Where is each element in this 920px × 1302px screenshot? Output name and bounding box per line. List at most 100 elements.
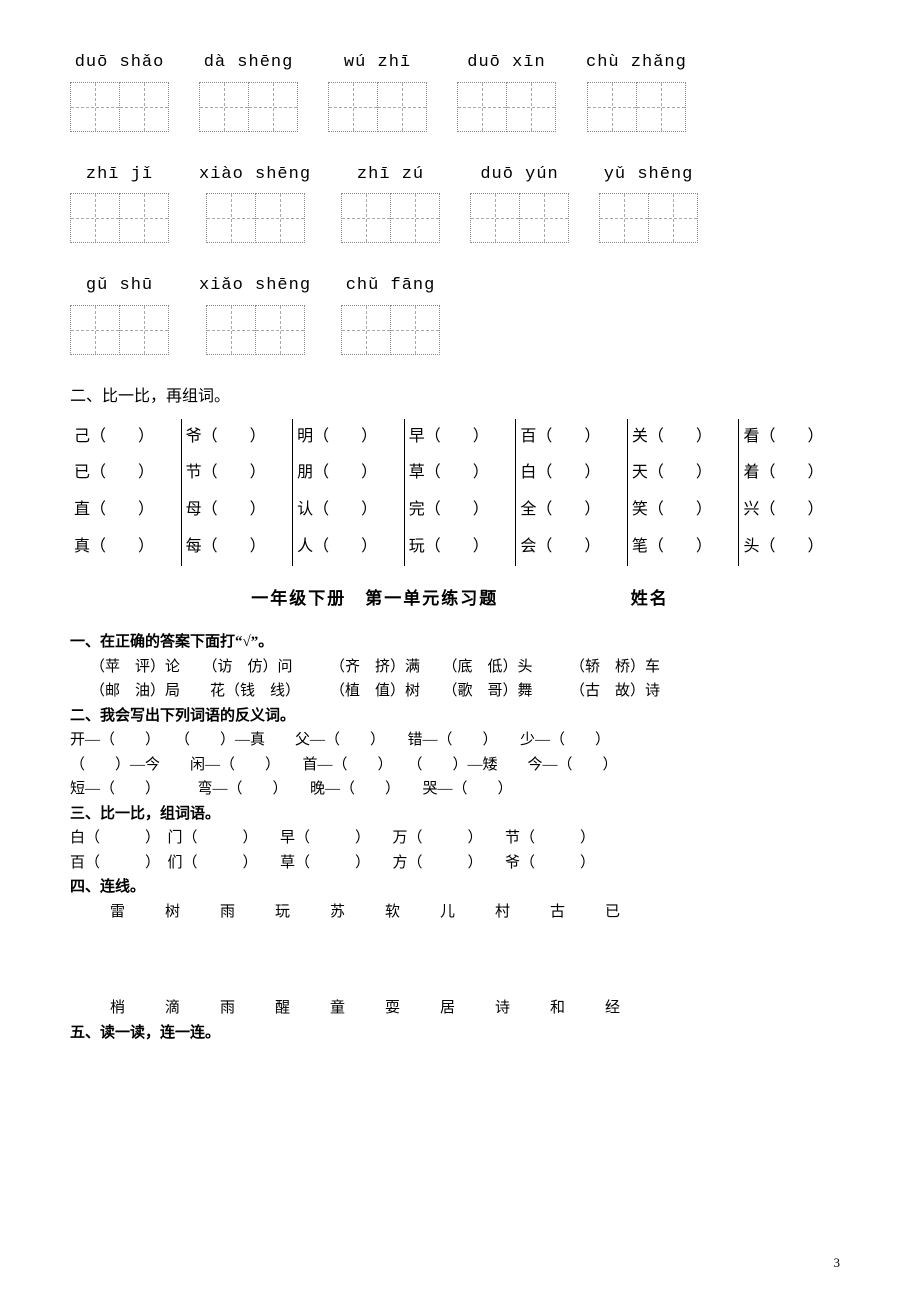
char-cell[interactable] bbox=[341, 193, 391, 243]
char-cell[interactable] bbox=[506, 82, 556, 132]
char-cell[interactable] bbox=[587, 82, 637, 132]
char-cell[interactable] bbox=[248, 82, 298, 132]
char-cell[interactable] bbox=[648, 193, 698, 243]
grid-cell[interactable]: 爷（ ） bbox=[186, 419, 289, 456]
match-char[interactable]: 童 bbox=[310, 997, 365, 1020]
grid-cell[interactable]: 着（ ） bbox=[743, 455, 846, 492]
match-char[interactable]: 已 bbox=[585, 901, 640, 924]
char-boxes[interactable] bbox=[206, 193, 305, 243]
char-boxes[interactable] bbox=[199, 82, 298, 132]
pinyin-label: dà shēng bbox=[204, 50, 294, 76]
char-cell[interactable] bbox=[636, 82, 686, 132]
char-cell[interactable] bbox=[206, 305, 256, 355]
grid-cell[interactable]: 认（ ） bbox=[297, 492, 400, 529]
match-char[interactable]: 醒 bbox=[255, 997, 310, 1020]
match-char[interactable]: 耍 bbox=[365, 997, 420, 1020]
grid-cell[interactable]: 百（ ） bbox=[520, 419, 623, 456]
char-cell[interactable] bbox=[599, 193, 649, 243]
char-cell[interactable] bbox=[70, 305, 120, 355]
grid-cell[interactable]: 完（ ） bbox=[409, 492, 512, 529]
char-cell[interactable] bbox=[255, 305, 305, 355]
char-boxes[interactable] bbox=[599, 193, 698, 243]
match-char[interactable]: 诗 bbox=[475, 997, 530, 1020]
q1-line[interactable]: （邮 油）局 花（钱 线） （植 值）树 （歌 哥）舞 （古 故）诗 bbox=[90, 680, 850, 703]
char-cell[interactable] bbox=[119, 305, 169, 355]
pinyin-label: duō shǎo bbox=[75, 50, 165, 76]
match-char[interactable]: 和 bbox=[530, 997, 585, 1020]
char-cell[interactable] bbox=[470, 193, 520, 243]
match-char[interactable]: 树 bbox=[145, 901, 200, 924]
char-cell[interactable] bbox=[206, 193, 256, 243]
grid-cell[interactable]: 人（ ） bbox=[297, 529, 400, 566]
match-char[interactable]: 雨 bbox=[200, 997, 255, 1020]
grid-cell[interactable]: 真（ ） bbox=[74, 529, 177, 566]
grid-cell[interactable]: 全（ ） bbox=[520, 492, 623, 529]
grid-cell[interactable]: 白（ ） bbox=[520, 455, 623, 492]
pinyin-label: xiǎo shēng bbox=[199, 273, 311, 299]
match-char[interactable]: 梢 bbox=[90, 997, 145, 1020]
grid-cell[interactable]: 天（ ） bbox=[632, 455, 735, 492]
q2-line[interactable]: 开—（ ） （ ）—真 父—（ ） 错—（ ） 少—（ ） bbox=[70, 729, 850, 752]
char-cell[interactable] bbox=[199, 82, 249, 132]
pinyin-label: chù zhǎng bbox=[586, 50, 687, 76]
match-char[interactable]: 居 bbox=[420, 997, 475, 1020]
char-boxes[interactable] bbox=[341, 193, 440, 243]
match-char[interactable]: 软 bbox=[365, 901, 420, 924]
match-char[interactable]: 雷 bbox=[90, 901, 145, 924]
char-boxes[interactable] bbox=[470, 193, 569, 243]
q2-line[interactable]: 短—（ ） 弯—（ ） 晚—（ ） 哭—（ ） bbox=[70, 778, 850, 801]
grid-cell[interactable]: 己（ ） bbox=[74, 419, 177, 456]
char-boxes[interactable] bbox=[70, 82, 169, 132]
char-boxes[interactable] bbox=[70, 305, 169, 355]
char-cell[interactable] bbox=[341, 305, 391, 355]
char-cell[interactable] bbox=[390, 305, 440, 355]
char-cell[interactable] bbox=[255, 193, 305, 243]
char-cell[interactable] bbox=[457, 82, 507, 132]
q3-line[interactable]: 百（ ） 们（ ） 草（ ） 方（ ） 爷（ ） bbox=[70, 852, 850, 875]
grid-cell[interactable]: 看（ ） bbox=[743, 419, 846, 456]
char-cell[interactable] bbox=[328, 82, 378, 132]
q3-line[interactable]: 白（ ） 门（ ） 早（ ） 万（ ） 节（ ） bbox=[70, 827, 850, 850]
grid-cell[interactable]: 关（ ） bbox=[632, 419, 735, 456]
char-boxes[interactable] bbox=[587, 82, 686, 132]
match-char[interactable]: 雨 bbox=[200, 901, 255, 924]
match-char[interactable]: 玩 bbox=[255, 901, 310, 924]
grid-cell[interactable]: 早（ ） bbox=[409, 419, 512, 456]
grid-cell[interactable]: 已（ ） bbox=[74, 455, 177, 492]
match-char[interactable]: 古 bbox=[530, 901, 585, 924]
grid-cell[interactable]: 玩（ ） bbox=[409, 529, 512, 566]
char-cell[interactable] bbox=[519, 193, 569, 243]
grid-cell[interactable]: 母（ ） bbox=[186, 492, 289, 529]
match-char[interactable]: 滴 bbox=[145, 997, 200, 1020]
char-cell[interactable] bbox=[119, 193, 169, 243]
grid-cell[interactable]: 草（ ） bbox=[409, 455, 512, 492]
char-cell[interactable] bbox=[390, 193, 440, 243]
match-char[interactable]: 村 bbox=[475, 901, 530, 924]
grid-cell[interactable]: 节（ ） bbox=[186, 455, 289, 492]
grid-cell[interactable]: 兴（ ） bbox=[743, 492, 846, 529]
char-cell[interactable] bbox=[70, 193, 120, 243]
q1-line[interactable]: （苹 评）论 （访 仿）问 （齐 挤）满 （底 低）头 （轿 桥）车 bbox=[90, 656, 850, 679]
match-char[interactable]: 苏 bbox=[310, 901, 365, 924]
char-boxes[interactable] bbox=[70, 193, 169, 243]
grid-cell[interactable]: 直（ ） bbox=[74, 492, 177, 529]
match-char[interactable]: 儿 bbox=[420, 901, 475, 924]
char-cell[interactable] bbox=[70, 82, 120, 132]
grid-cell[interactable]: 每（ ） bbox=[186, 529, 289, 566]
match-char[interactable]: 经 bbox=[585, 997, 640, 1020]
char-boxes[interactable] bbox=[457, 82, 556, 132]
grid-cell[interactable]: 明（ ） bbox=[297, 419, 400, 456]
q2-line[interactable]: （ ）—今 闲—（ ） 首—（ ） （ ）—矮 今—（ ） bbox=[70, 754, 850, 777]
grid-cell[interactable]: 头（ ） bbox=[743, 529, 846, 566]
grid-cell[interactable]: 笑（ ） bbox=[632, 492, 735, 529]
grid-cell[interactable]: 会（ ） bbox=[520, 529, 623, 566]
char-boxes[interactable] bbox=[206, 305, 305, 355]
char-boxes[interactable] bbox=[341, 305, 440, 355]
char-cell[interactable] bbox=[119, 82, 169, 132]
pinyin-item: xiào shēng bbox=[199, 162, 311, 244]
pinyin-item: duō yún bbox=[470, 162, 569, 244]
grid-cell[interactable]: 朋（ ） bbox=[297, 455, 400, 492]
char-boxes[interactable] bbox=[328, 82, 427, 132]
grid-cell[interactable]: 笔（ ） bbox=[632, 529, 735, 566]
char-cell[interactable] bbox=[377, 82, 427, 132]
